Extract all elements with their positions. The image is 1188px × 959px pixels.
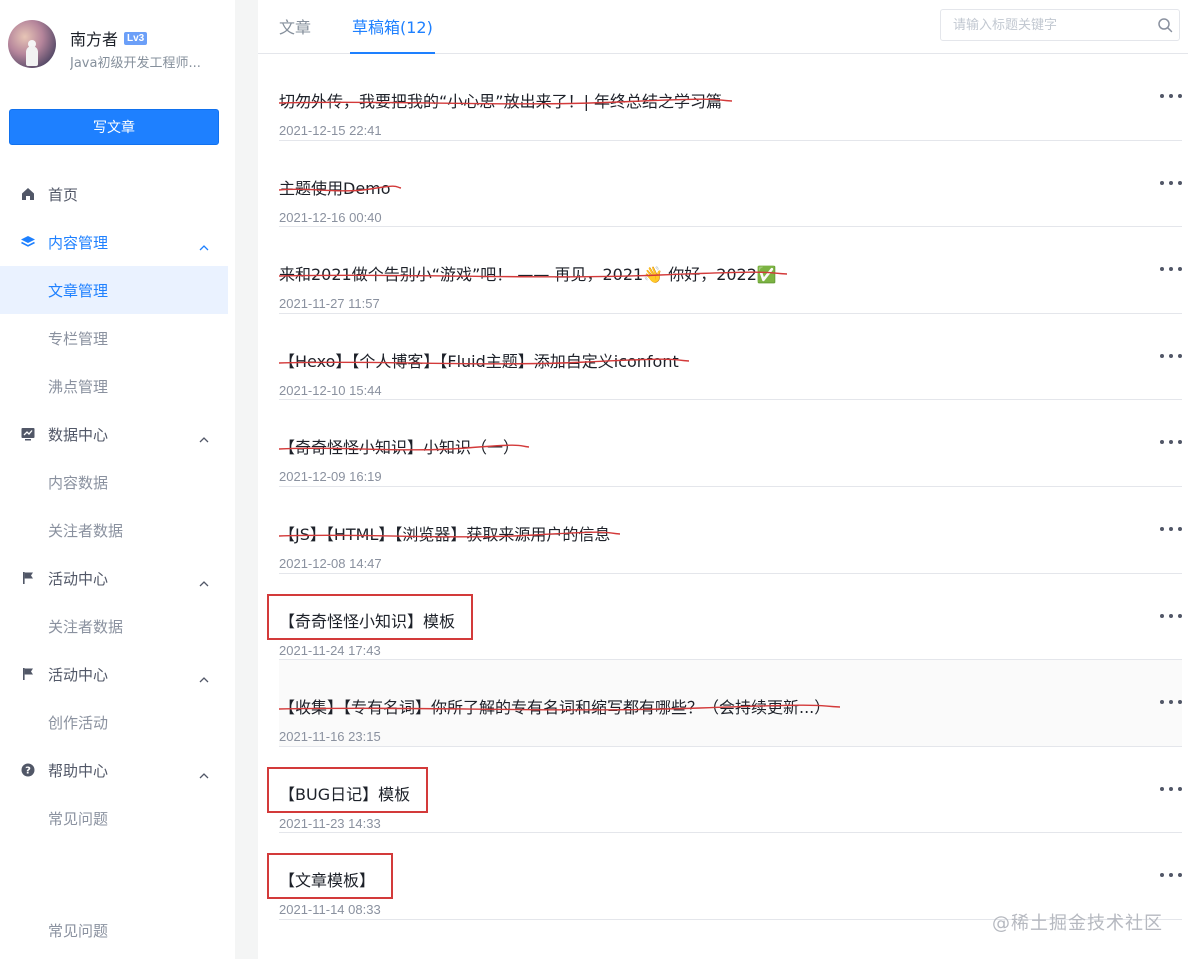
draft-time: 2021-11-14 08:33 <box>279 902 381 918</box>
draft-row[interactable]: 【Hexo】【个人博客】【Fluid主题】添加自定义iconfont 2021-1… <box>279 314 1182 401</box>
sidebar-item-12[interactable]: ? 帮助中心 <box>0 746 228 794</box>
sidebar-item-label: 内容管理 <box>48 233 109 252</box>
more-options-icon[interactable] <box>1160 698 1182 706</box>
sidebar-item-label: 专栏管理 <box>48 329 109 348</box>
sidebar-item-13[interactable]: 常见问题 <box>0 794 228 842</box>
sidebar-item-7[interactable]: 关注者数据 <box>0 506 228 554</box>
draft-time: 2021-11-27 11:57 <box>279 296 380 312</box>
draft-title[interactable]: 【奇奇怪怪小知识】模板 <box>279 608 455 632</box>
more-options-icon[interactable] <box>1160 525 1182 533</box>
avatar[interactable] <box>8 20 56 68</box>
draft-time: 2021-12-09 16:19 <box>279 469 382 485</box>
draft-row[interactable]: 【收集】【专有名词】你所了解的专有名词和缩写都有哪些？（会持续更新...） 202… <box>279 660 1182 747</box>
draft-title[interactable]: 【Hexo】【个人博客】【Fluid主题】添加自定义iconfont <box>279 348 679 372</box>
more-options-icon[interactable] <box>1160 179 1182 187</box>
draft-title[interactable]: 【奇奇怪怪小知识】小知识（一） <box>279 434 519 458</box>
draft-row[interactable]: 【文章模板】 2021-11-14 08:33 <box>267 833 1182 920</box>
sidebar-item-1[interactable]: 内容管理 <box>0 218 228 266</box>
sidebar-item-6[interactable]: 内容数据 <box>0 458 228 506</box>
sidebar-item-2[interactable]: 文章管理 <box>0 266 228 314</box>
tab-drafts[interactable]: 草稿箱(12) <box>350 14 435 54</box>
draft-time: 2021-12-08 14:47 <box>279 555 382 571</box>
draft-time: 2021-12-16 00:40 <box>279 209 382 225</box>
flag-icon <box>20 570 36 586</box>
draft-row[interactable]: 【BUG日记】模板 2021-11-23 14:33 <box>267 747 1182 834</box>
home-icon <box>20 186 36 202</box>
sidebar-item-label: 首页 <box>48 185 79 204</box>
sidebar-item-label: 创作活动 <box>48 713 109 732</box>
draft-row[interactable]: 【奇奇怪怪小知识】模板 2021-11-24 17:43 <box>267 574 1182 661</box>
sidebar-item-9[interactable]: 关注者数据 <box>0 602 228 650</box>
layers-icon <box>20 234 36 250</box>
draft-title[interactable]: 主题使用Demo <box>279 175 391 199</box>
user-profile[interactable]: 南方者 Lv3 Java初级开发工程师... <box>8 20 228 72</box>
sidebar-item-label: 常见问题 <box>48 809 109 828</box>
draft-title[interactable]: 【BUG日记】模板 <box>279 781 410 805</box>
sidebar-item-14[interactable]: 常见问题 <box>0 906 228 954</box>
sidebar-item-label: 内容数据 <box>48 473 109 492</box>
sidebar-item-label: 活动中心 <box>48 569 109 588</box>
more-options-icon[interactable] <box>1160 352 1182 360</box>
draft-time: 2021-12-10 15:44 <box>279 382 382 398</box>
sidebar-item-0[interactable]: 首页 <box>0 170 228 218</box>
write-article-button[interactable]: 写文章 <box>9 109 219 145</box>
more-options-icon[interactable] <box>1160 612 1182 620</box>
sidebar-item-label: 关注者数据 <box>48 521 124 540</box>
flag-icon <box>20 666 36 682</box>
more-options-icon[interactable] <box>1160 438 1182 446</box>
draft-row[interactable]: 切勿外传，我要把我的“小心思”放出来了！| 年终总结之学习篇 2021-12-15… <box>279 54 1182 141</box>
user-title: Java初级开发工程师... <box>70 56 201 71</box>
draft-title[interactable]: 【文章模板】 <box>279 867 375 891</box>
more-options-icon[interactable] <box>1160 92 1182 100</box>
user-name-row: 南方者 Lv3 <box>70 26 148 50</box>
sidebar: 南方者 Lv3 Java初级开发工程师... 写文章 首页内容管理文章管理专栏管… <box>0 0 235 959</box>
draft-row[interactable]: 主题使用Demo 2021-12-16 00:40 <box>279 141 1182 228</box>
sidebar-item-label: 沸点管理 <box>48 377 109 396</box>
user-name: 南方者 <box>70 30 119 49</box>
draft-time: 2021-11-16 23:15 <box>279 729 381 745</box>
draft-title[interactable]: 来和2021做个告别小“游戏”吧！ —— 再见，2021👋 你好，2022✅ <box>279 261 777 285</box>
sidebar-item-label: 常见问题 <box>48 921 109 940</box>
draft-row[interactable]: 来和2021做个告别小“游戏”吧！ —— 再见，2021👋 你好，2022✅ 20… <box>279 227 1182 314</box>
search-icon[interactable] <box>1157 17 1173 33</box>
more-options-icon[interactable] <box>1160 785 1182 793</box>
draft-row[interactable]: 【奇奇怪怪小知识】小知识（一） 2021-12-09 16:19 <box>279 400 1182 487</box>
more-options-icon[interactable] <box>1160 265 1182 273</box>
draft-list: 切勿外传，我要把我的“小心思”放出来了！| 年终总结之学习篇 2021-12-15… <box>267 54 1182 920</box>
sidebar-item-11[interactable]: 创作活动 <box>0 698 228 746</box>
svg-text:?: ? <box>25 766 31 777</box>
sidebar-item-5[interactable]: 数据中心 <box>0 410 228 458</box>
sidebar-item-label: 关注者数据 <box>48 617 124 636</box>
more-options-icon[interactable] <box>1160 871 1182 879</box>
sidebar-item-3[interactable]: 专栏管理 <box>0 314 228 362</box>
draft-time: 2021-11-23 14:33 <box>279 815 381 831</box>
help-icon: ? <box>20 762 36 778</box>
tab-bar: 文章 草稿箱(12) <box>258 0 1188 54</box>
sidebar-item-label: 文章管理 <box>48 281 109 300</box>
level-badge: Lv3 <box>124 31 148 45</box>
sidebar-item-label: 活动中心 <box>48 665 109 684</box>
main-panel: 文章 草稿箱(12) 切勿外传，我要把我的“小心思”放出来了！| 年终总结之学习… <box>258 0 1188 959</box>
draft-row[interactable]: 【JS】【HTML】【浏览器】获取来源用户的信息 2021-12-08 14:47 <box>279 487 1182 574</box>
chart-icon <box>20 426 36 442</box>
search-box <box>940 9 1180 41</box>
sidebar-item-8[interactable]: 活动中心 <box>0 554 228 602</box>
sidebar-item-label: 数据中心 <box>48 425 109 444</box>
search-input[interactable] <box>941 10 1151 40</box>
draft-title[interactable]: 切勿外传，我要把我的“小心思”放出来了！| 年终总结之学习篇 <box>279 88 722 112</box>
draft-time: 2021-12-15 22:41 <box>279 123 382 138</box>
watermark: @稀土掘金技术社区 <box>992 913 1163 934</box>
sidebar-item-4[interactable]: 沸点管理 <box>0 362 228 410</box>
sidebar-item-label: 帮助中心 <box>48 761 109 780</box>
draft-time: 2021-11-24 17:43 <box>279 642 381 658</box>
draft-title[interactable]: 【收集】【专有名词】你所了解的专有名词和缩写都有哪些？（会持续更新...） <box>279 694 830 718</box>
sidebar-item-10[interactable]: 活动中心 <box>0 650 228 698</box>
tab-articles[interactable]: 文章 <box>279 14 311 54</box>
draft-title[interactable]: 【JS】【HTML】【浏览器】获取来源用户的信息 <box>279 521 610 545</box>
